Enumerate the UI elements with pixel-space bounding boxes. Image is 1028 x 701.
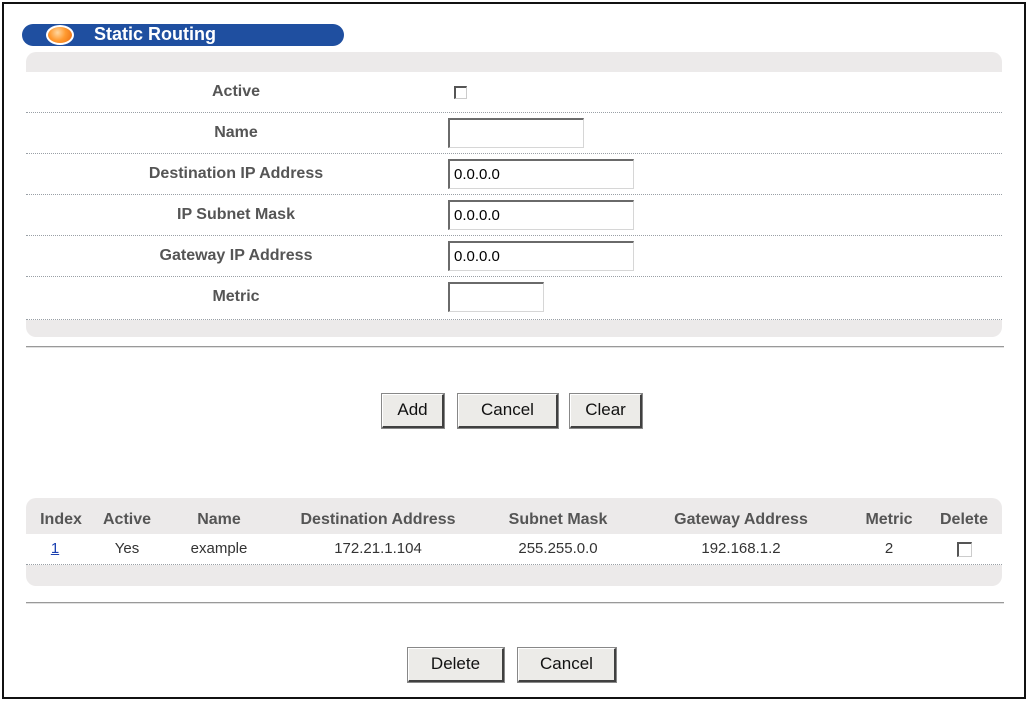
delete-checkbox[interactable]: [956, 541, 972, 557]
cell-subnet: 255.255.0.0: [518, 540, 598, 557]
cell-name: example: [190, 540, 248, 557]
gateway-ip-label: Gateway IP Address: [159, 247, 313, 264]
page-title: Static Routing: [94, 24, 216, 44]
form-row-name: Name: [26, 113, 1002, 154]
cell-metric: 2: [884, 540, 894, 557]
header-index: Index: [40, 511, 82, 528]
gateway-ip-input[interactable]: [448, 241, 634, 271]
name-label: Name: [214, 124, 258, 141]
static-routing-window: Static Routing Active Name Destination I…: [2, 2, 1026, 699]
form-row-subnet: IP Subnet Mask: [26, 195, 1002, 236]
subnet-mask-input[interactable]: [448, 200, 634, 230]
header-active: Active: [102, 511, 152, 528]
orb-icon: [46, 25, 74, 45]
form-row-active: Active: [26, 72, 1002, 113]
route-form-panel: Active Name Destination IP Address IP Su…: [26, 52, 1002, 337]
form-row-destination: Destination IP Address: [26, 154, 1002, 195]
clear-button[interactable]: Clear: [569, 393, 643, 429]
destination-ip-label: Destination IP Address: [148, 165, 324, 182]
divider-bottom: [26, 602, 1004, 604]
active-checkbox[interactable]: [454, 85, 467, 99]
active-label: Active: [211, 83, 261, 100]
form-row-metric: Metric: [26, 277, 1002, 320]
section-title-bar: Static Routing: [22, 24, 344, 46]
header-gateway: Gateway Address: [674, 511, 808, 528]
metric-label: Metric: [212, 288, 260, 305]
cell-delete: [926, 534, 1002, 564]
header-subnet: Subnet Mask: [508, 511, 608, 528]
header-metric: Metric: [865, 511, 913, 528]
header-delete: Delete: [939, 511, 989, 528]
table-row: 1 Yes example 172.21.1.104 255.255.0.0 1…: [26, 534, 1002, 565]
cancel-form-button[interactable]: Cancel: [457, 393, 559, 429]
name-input[interactable]: [448, 118, 584, 148]
subnet-mask-label: IP Subnet Mask: [177, 206, 295, 223]
metric-input[interactable]: [448, 282, 544, 312]
add-button[interactable]: Add: [381, 393, 445, 429]
cancel-table-button[interactable]: Cancel: [517, 647, 617, 683]
cell-active: Yes: [114, 540, 140, 557]
route-index-link[interactable]: 1: [51, 540, 59, 557]
form-row-gateway: Gateway IP Address: [26, 236, 1002, 277]
cell-gateway: 192.168.1.2: [701, 540, 781, 557]
header-destination: Destination Address: [300, 511, 456, 528]
cell-destination: 172.21.1.104: [334, 540, 422, 557]
delete-button[interactable]: Delete: [407, 647, 505, 683]
divider-top: [26, 346, 1004, 348]
cell-index: 1: [28, 534, 82, 564]
destination-ip-input[interactable]: [448, 159, 634, 189]
header-name: Name: [197, 511, 241, 528]
routes-table: Index Active Name Destination Address Su…: [26, 498, 1002, 586]
